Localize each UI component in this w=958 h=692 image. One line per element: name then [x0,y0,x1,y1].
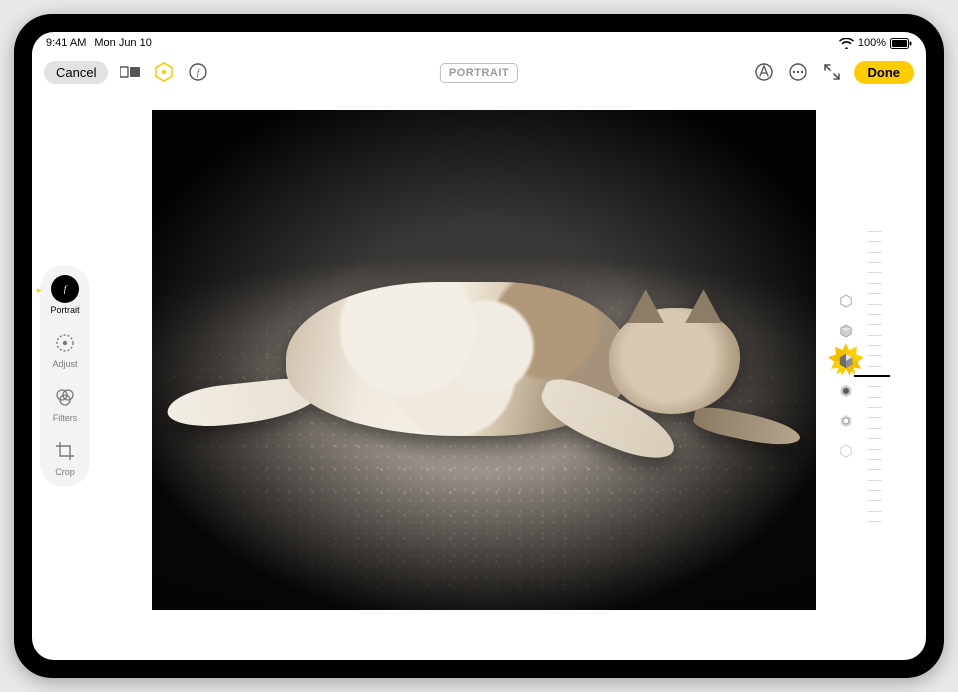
filters-icon [51,383,79,411]
status-left: 9:41 AM Mon Jun 10 [46,37,152,49]
status-time: 9:41 AM [46,37,86,49]
tool-adjust[interactable]: Adjust [44,329,86,369]
tool-label: Crop [55,467,75,477]
tool-filters[interactable]: Filters [44,383,86,423]
live-photo-toggle-icon[interactable] [118,60,142,84]
tool-portrait[interactable]: ▸ f Portrait [44,275,86,315]
tool-label: Adjust [52,359,77,369]
slider-thumb[interactable] [854,375,890,377]
depth-f-icon[interactable]: f [186,60,210,84]
chevron-right-icon: ▸ [37,285,42,296]
editor-main: ▸ f Portrait Adjust Filters [32,92,926,660]
mode-badge: PORTRAIT [440,63,518,83]
photo-subject [179,260,777,480]
markup-icon[interactable] [752,60,776,84]
status-bar: 9:41 AM Mon Jun 10 100% [32,32,926,52]
edit-mode-rail: ▸ f Portrait Adjust Filters [40,265,90,487]
lighting-contour[interactable] [836,351,855,370]
done-button[interactable]: Done [854,61,915,84]
portrait-hex-icon[interactable] [152,60,176,84]
lighting-options [838,293,854,459]
tool-crop[interactable]: Crop [44,437,86,477]
lighting-stage[interactable] [838,383,854,399]
status-date: Mon Jun 10 [94,37,151,49]
fullscreen-icon[interactable] [820,60,844,84]
lighting-stage-mono[interactable] [838,413,854,429]
lighting-studio[interactable] [838,323,854,339]
battery-pct: 100% [858,37,886,49]
tool-label: Portrait [50,305,79,315]
crop-icon [51,437,79,465]
tool-label: Filters [53,413,78,423]
photo-canvas[interactable] [152,110,816,610]
more-icon[interactable] [786,60,810,84]
battery-icon [890,38,912,49]
adjust-icon [51,329,79,357]
svg-text:f: f [197,68,201,78]
wifi-icon [839,38,854,49]
cancel-button[interactable]: Cancel [44,61,108,84]
lighting-natural[interactable] [838,293,854,309]
lighting-intensity-slider[interactable] [860,231,890,521]
lighting-high-key[interactable] [838,443,854,459]
ipad-frame: 9:41 AM Mon Jun 10 100% Cancel [14,14,944,678]
status-right: 100% [839,37,912,49]
portrait-f-icon: f [51,275,79,303]
editor-toolbar: Cancel f PORTRAIT [32,52,926,92]
screen: 9:41 AM Mon Jun 10 100% Cancel [32,32,926,660]
